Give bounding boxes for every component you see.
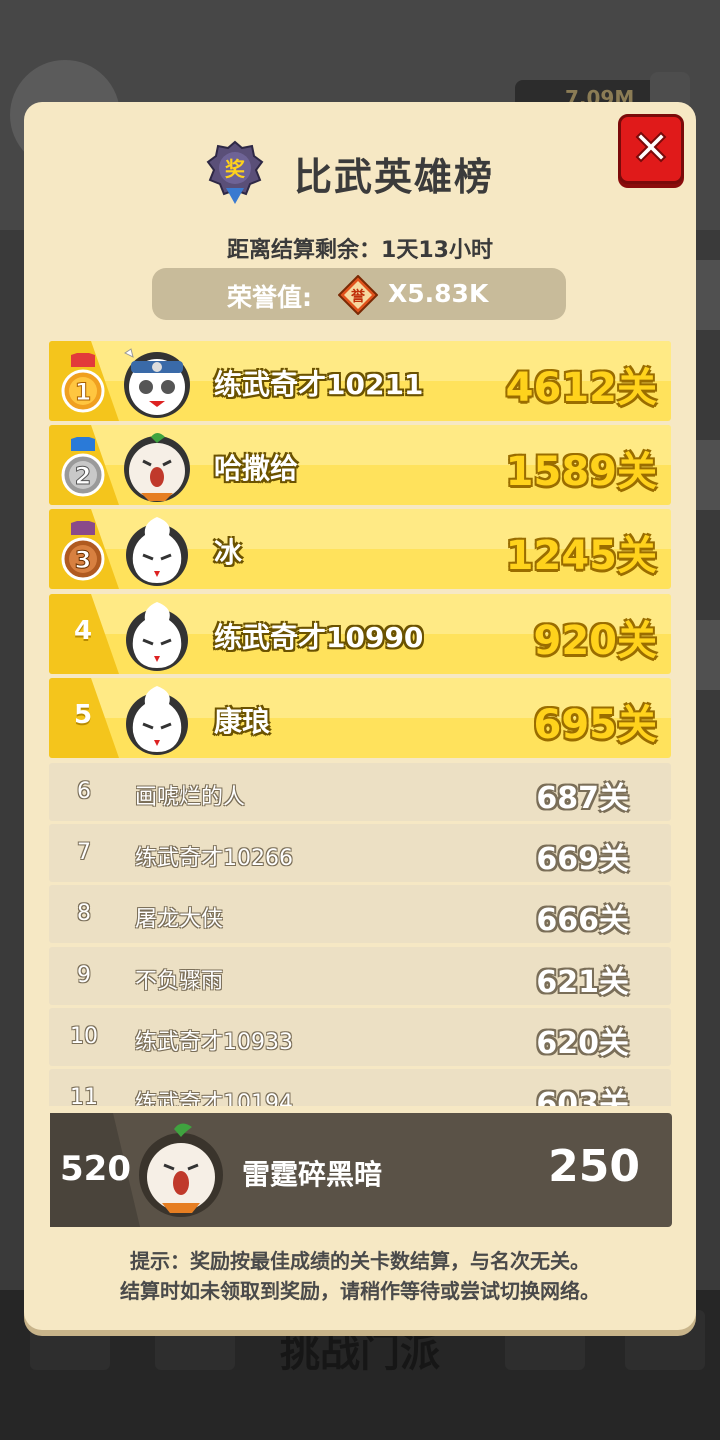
player-score: 687关 [536, 781, 629, 816]
player-name: 哈撒给 [214, 452, 299, 485]
player-score: 1245关 [505, 533, 657, 579]
my-rank-number: 520 [60, 1149, 131, 1189]
background-side-tab [696, 440, 720, 510]
svg-text:1: 1 [75, 378, 92, 406]
honor-value: X5.83K [388, 279, 489, 308]
white-radish-avatar-icon [126, 686, 188, 755]
ninja-avatar-icon [124, 348, 190, 418]
leaderboard-row-top[interactable]: 4 练武奇才10990 920关 [49, 594, 671, 674]
leaderboard-row-top[interactable]: 5 康琅 695关 [49, 678, 671, 758]
player-score: 669关 [536, 842, 629, 877]
rank-number: 4 [73, 616, 93, 646]
player-score: 666关 [536, 903, 629, 938]
leaderboard-row[interactable]: 6 画唬烂的人 687关 [49, 763, 671, 821]
gold-medal-icon: 1 [61, 353, 105, 413]
leaderboard-row[interactable]: 8 屠龙大侠 666关 [49, 885, 671, 943]
my-player-name: 雷霆碎黑暗 [242, 1158, 383, 1191]
leaderboard-row-top[interactable]: 2 哈撒给 1589关 [49, 425, 671, 505]
honor-value-bar: 荣誉值: 誉 X5.83K [152, 268, 566, 320]
background-side-tab [696, 620, 720, 690]
player-name: 冰 [214, 536, 243, 569]
close-icon [635, 131, 667, 163]
player-name: 屠龙大侠 [135, 907, 224, 932]
svg-text:奖: 奖 [225, 157, 246, 181]
rank-number: 9 [77, 963, 91, 988]
screaming-radish-avatar-icon [139, 1123, 223, 1217]
rank-number: 6 [77, 779, 91, 804]
tip-line-1: 提示：奖励按最佳成绩的关卡数结算，与名次无关。 [130, 1249, 590, 1273]
player-score: 695关 [533, 702, 658, 748]
player-score: 603关 [536, 1087, 629, 1106]
award-badge-icon: 奖 [206, 140, 264, 204]
svg-text:2: 2 [75, 462, 92, 490]
close-button[interactable] [618, 114, 684, 184]
rank-number: 5 [73, 700, 93, 730]
background-side-tab [696, 260, 720, 330]
leaderboard-row[interactable]: 10 练武奇才10933 620关 [49, 1008, 671, 1066]
honor-label: 荣誉值: [227, 283, 312, 312]
leaderboard-row-top[interactable]: 3 冰 1245关 [49, 509, 671, 589]
leaderboard-scroll-list[interactable]: 6 画唬烂的人 687关 7 练武奇才10266 669关 8 屠龙大侠 666… [49, 763, 671, 1106]
rank-number: 8 [77, 901, 91, 926]
silver-medal-icon: 2 [61, 437, 105, 497]
honor-diamond-icon: 誉 [338, 275, 378, 315]
player-score: 4612关 [505, 365, 657, 411]
player-name: 画唬烂的人 [135, 785, 246, 810]
player-name: 练武奇才10266 [135, 846, 293, 871]
player-score: 620关 [536, 1026, 629, 1061]
leaderboard-row[interactable]: 9 不负骤雨 621关 [49, 947, 671, 1005]
player-name: 不负骤雨 [135, 969, 224, 994]
tip-line-2: 结算时如未领取到奖励，请稍作等待或尝试切换网络。 [120, 1279, 600, 1303]
player-name: 练武奇才10933 [135, 1030, 293, 1055]
rank-number: 10 [70, 1024, 98, 1049]
leaderboard-row[interactable]: 7 练武奇才10266 669关 [49, 824, 671, 882]
my-player-score: 250 [548, 1141, 640, 1192]
player-score: 920关 [533, 618, 658, 664]
settlement-countdown: 距离结算剩余：1天13小时 [227, 238, 493, 263]
player-name: 康琅 [214, 705, 271, 738]
player-score: 1589关 [505, 449, 657, 495]
bronze-medal-icon: 3 [61, 521, 105, 581]
dialog-title: 比武英雄榜 [294, 155, 495, 199]
rank-number: 11 [70, 1085, 98, 1106]
my-rank-row: 520 雷霆碎黑暗 250 [50, 1113, 672, 1227]
player-score: 621关 [536, 965, 629, 1000]
player-name: 练武奇才10211 [214, 368, 424, 401]
svg-text:誉: 誉 [351, 288, 366, 305]
svg-text:3: 3 [75, 546, 92, 574]
screaming-radish-avatar-icon [124, 433, 190, 502]
leaderboard-row-top[interactable]: 1 练武奇才10211 4612关 [49, 341, 671, 421]
player-name: 练武奇才10990 [214, 621, 424, 654]
white-radish-avatar-icon [126, 517, 188, 586]
player-name: 练武奇才10194 [135, 1091, 293, 1106]
white-radish-avatar-icon [126, 602, 188, 671]
rank-number: 7 [77, 840, 91, 865]
leaderboard-row[interactable]: 11 练武奇才10194 603关 [49, 1069, 671, 1106]
